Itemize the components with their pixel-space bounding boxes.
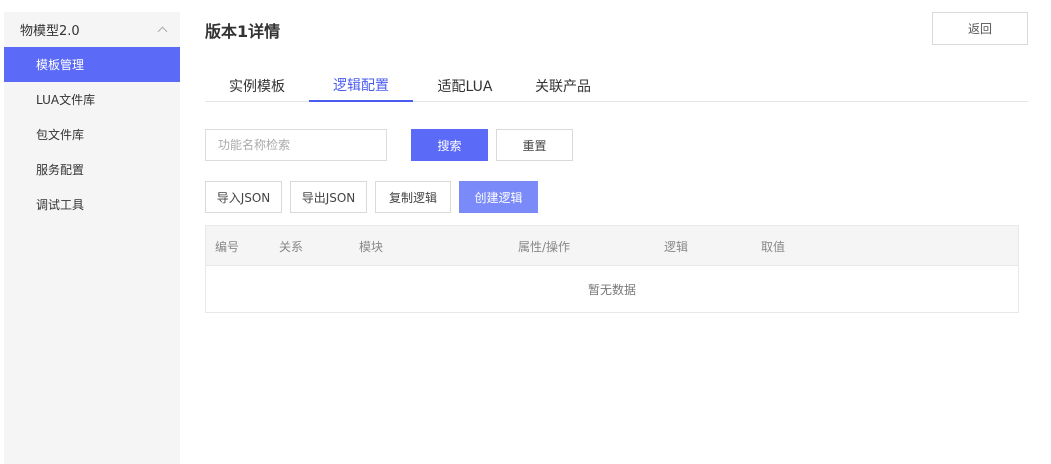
sidebar-item-package-library[interactable]: 包文件库	[4, 117, 180, 152]
column-header-value: 取值	[761, 239, 786, 254]
sidebar-item-label: 服务配置	[36, 163, 85, 177]
column-header-property-operation: 属性/操作	[518, 239, 571, 254]
tab-adapt-lua[interactable]: 适配LUA	[413, 70, 517, 102]
sidebar-item-label: 包文件库	[36, 128, 85, 142]
chevron-up-icon	[157, 26, 168, 37]
sidebar-item-service-config[interactable]: 服务配置	[4, 152, 180, 187]
logic-table: 编号 关系 模块 属性/操作 逻辑 取值 暂无数据	[205, 225, 1019, 313]
column-header-relation: 关系	[279, 239, 304, 254]
search-input[interactable]	[205, 129, 387, 161]
import-json-button[interactable]: 导入JSON	[205, 181, 282, 213]
app-root: 物模型2.0 模板管理 LUA文件库 包文件库 服务配置 调试工具 版本1详情 …	[0, 0, 1051, 464]
tab-logic-config[interactable]: 逻辑配置	[309, 70, 413, 102]
sidebar-item-label: 模板管理	[36, 58, 85, 72]
sidebar-item-lua-library[interactable]: LUA文件库	[4, 82, 180, 117]
reset-button[interactable]: 重置	[496, 129, 573, 161]
tab-related-products[interactable]: 关联产品	[517, 70, 609, 102]
copy-logic-button[interactable]: 复制逻辑	[375, 181, 451, 213]
export-json-button[interactable]: 导出JSON	[290, 181, 367, 213]
sidebar-item-label: 调试工具	[36, 198, 85, 212]
column-header-logic: 逻辑	[664, 239, 689, 254]
back-button[interactable]: 返回	[932, 12, 1028, 45]
column-header-id: 编号	[215, 239, 240, 254]
column-header-module: 模块	[359, 239, 384, 254]
table-header: 编号 关系 模块 属性/操作 逻辑 取值	[206, 226, 1018, 266]
empty-state-text: 暂无数据	[587, 282, 636, 297]
search-button[interactable]: 搜索	[411, 129, 488, 161]
sidebar-item-label: LUA文件库	[36, 93, 96, 107]
tab-instance-template[interactable]: 实例模板	[205, 70, 309, 102]
sidebar-item-debug-tools[interactable]: 调试工具	[4, 187, 180, 222]
sidebar: 物模型2.0 模板管理 LUA文件库 包文件库 服务配置 调试工具	[4, 12, 180, 464]
page-title: 版本1详情	[205, 22, 281, 41]
sidebar-group-thing-model[interactable]: 物模型2.0	[4, 12, 180, 47]
sidebar-item-template-management[interactable]: 模板管理	[4, 47, 180, 82]
sidebar-group-label: 物模型2.0	[20, 24, 80, 39]
tab-bar: 实例模板 逻辑配置 适配LUA 关联产品	[205, 70, 1028, 102]
create-logic-button[interactable]: 创建逻辑	[459, 181, 538, 213]
